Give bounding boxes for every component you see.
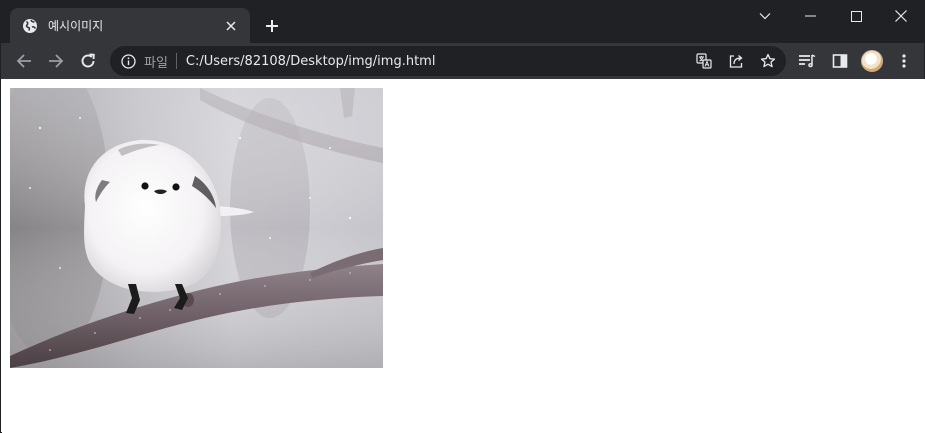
share-icon[interactable]	[722, 47, 750, 75]
close-icon[interactable]	[878, 1, 924, 31]
reload-icon[interactable]	[74, 47, 102, 75]
info-icon[interactable]	[120, 53, 136, 69]
page-content	[2, 79, 925, 433]
browser-tab[interactable]: 예시이미지	[10, 8, 250, 43]
reading-list-icon[interactable]	[793, 47, 821, 75]
tab-strip: 예시이미지	[1, 1, 924, 43]
file-chip-label: 파일	[144, 55, 168, 71]
bird-photo	[10, 88, 383, 368]
arrow-left-icon[interactable]	[10, 47, 38, 75]
avatar	[861, 50, 883, 72]
more-menu-icon[interactable]	[890, 47, 918, 75]
tab-title: 예시이미지	[48, 19, 104, 33]
browser-window: 예시이미지 파일 C:/Users/82108/Desktop/img/img.…	[0, 0, 925, 433]
globe-icon	[22, 18, 38, 34]
maximize-icon[interactable]	[833, 1, 879, 31]
address-bar[interactable]: 파일 C:/Users/82108/Desktop/img/img.html	[110, 46, 786, 76]
star-icon[interactable]	[754, 47, 782, 75]
translate-icon[interactable]	[690, 47, 718, 75]
chip-separator	[175, 53, 177, 69]
url-text[interactable]: C:/Users/82108/Desktop/img/img.html	[186, 54, 690, 69]
bird-image	[10, 88, 383, 368]
browser-toolbar: 파일 C:/Users/82108/Desktop/img/img.html	[1, 43, 924, 79]
chevron-down-icon[interactable]	[742, 1, 788, 31]
close-icon[interactable]	[222, 17, 240, 35]
arrow-right-icon[interactable]	[42, 47, 70, 75]
profile-avatar[interactable]	[858, 47, 886, 75]
side-panel-icon[interactable]	[826, 47, 854, 75]
minimize-icon[interactable]	[788, 1, 834, 31]
plus-icon[interactable]	[261, 15, 283, 37]
